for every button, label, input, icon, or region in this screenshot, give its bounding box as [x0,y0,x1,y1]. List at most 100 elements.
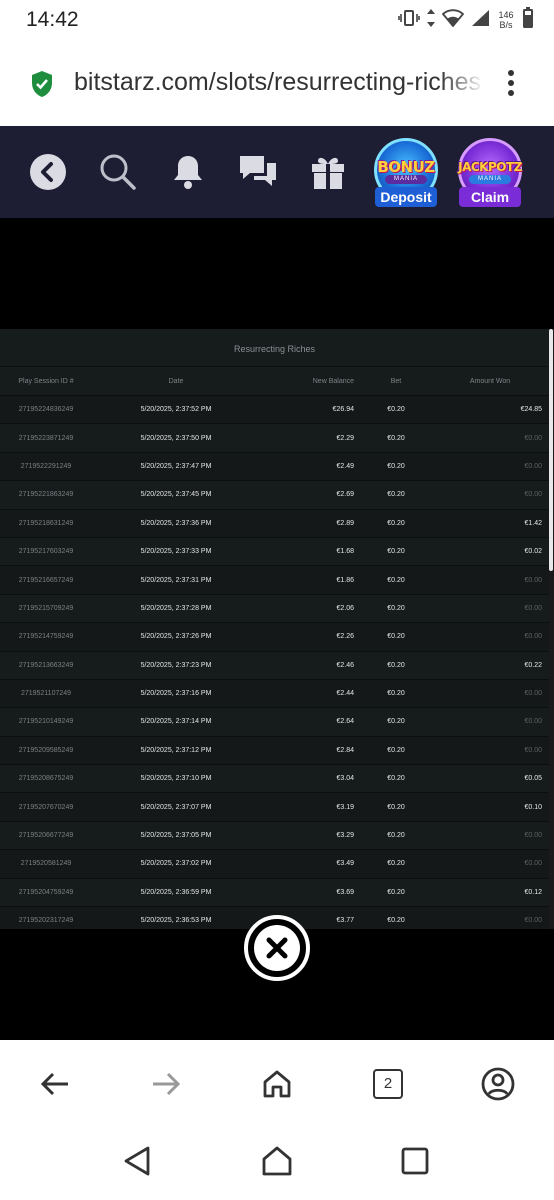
cell-amount-won: €0.00 [524,690,542,698]
cell-bet: €0.20 [387,548,405,556]
table-row: 27195217603249 5/20/2025, 2:37:33 PM €1.68… [0,536,549,566]
cell-new-balance: €1.86 [336,576,354,584]
cell-amount-won: €0.00 [524,746,542,754]
gifts-button[interactable] [308,152,348,192]
cell-amount-won: €0.10 [524,803,542,811]
cell-amount-won: €0.00 [524,434,542,442]
cell-amount-won: €0.00 [524,491,542,499]
table-row: 2719520581249 5/20/2025, 2:37:02 PM €3.49 €… [0,849,549,878]
system-recents-button[interactable] [398,1144,432,1178]
gift-icon [312,157,344,189]
back-circle-icon [30,154,66,190]
col-header-bet: Bet [390,377,402,385]
menu-dot [508,90,514,96]
cell-session-id: 27195206677249 [18,832,74,840]
cell-date: 5/20/2025, 2:37:26 PM [140,633,212,641]
cell-session-id: 27195224836249 [18,406,74,414]
cell-new-balance: €3.29 [336,832,354,840]
cell-session-id: 27195208675249 [18,775,74,783]
cell-amount-won: €0.00 [524,462,542,470]
tabs-button[interactable]: 2 [370,1066,406,1102]
cell-session-id: 27195221863249 [18,491,74,499]
promo-subtitle: MANIA [469,175,511,184]
col-header-amount-won: Amount Won [469,377,511,385]
cell-date: 5/20/2025, 2:37:52 PM [140,406,212,414]
table-row: 27195208675249 5/20/2025, 2:37:10 PM €3.04… [0,764,549,793]
cell-session-id: 27195202317249 [18,917,74,925]
notifications-button[interactable] [168,152,208,192]
table-row: 27195218631249 5/20/2025, 2:37:36 PM €2.89… [0,508,549,537]
signal-icon [470,9,490,32]
claim-button[interactable]: Claim [459,187,521,207]
history-scroll-thumb[interactable] [549,329,553,571]
cell-amount-won: €0.22 [524,661,542,669]
cell-bet: €0.20 [387,633,405,641]
cell-new-balance: €2.06 [336,604,354,612]
profile-button[interactable] [480,1066,516,1102]
site-header: BONUZ MANIA Deposit JACKPOTZ MANIA Claim [0,126,554,218]
cell-session-id: 27195213663249 [18,661,74,669]
url-text[interactable]: bitstarz.com/slots/resurrecting-riches [74,68,480,97]
cell-new-balance: €26.94 [332,406,354,414]
game-history-panel: Resurrecting Riches Play Session ID # Da… [0,329,549,929]
browser-menu-button[interactable] [498,66,524,100]
cell-date: 5/20/2025, 2:37:33 PM [140,548,212,556]
browser-back-button[interactable] [37,1066,73,1102]
cell-session-id: 2719522291249 [20,462,72,470]
cell-session-id: 27195217603249 [18,548,74,556]
search-icon [100,154,136,190]
cell-date: 5/20/2025, 2:37:23 PM [140,661,212,669]
table-row: 27195216657249 5/20/2025, 2:37:31 PM €1.86… [0,565,549,594]
cell-session-id: 2719521107249 [20,690,72,698]
cell-bet: €0.20 [387,604,405,612]
cell-new-balance: €3.49 [336,860,354,868]
cell-bet: €0.20 [387,832,405,840]
url-fade [440,60,484,104]
vibrate-icon [398,9,420,32]
close-icon [254,925,300,971]
cell-amount-won: €1.42 [524,519,542,527]
cell-session-id: 27195209585249 [18,746,74,754]
system-home-button[interactable] [260,1144,294,1178]
cell-bet: €0.20 [387,406,405,414]
history-table-body: 27195224836249 5/20/2025, 2:37:52 PM €26.9… [0,395,549,929]
table-row: 27195210149249 5/20/2025, 2:37:14 PM €2.64… [0,707,549,736]
cell-bet: €0.20 [387,775,405,783]
table-row: 2719521107249 5/20/2025, 2:37:16 PM €2.44 €… [0,678,549,708]
close-history-button[interactable] [244,915,310,981]
cell-date: 5/20/2025, 2:37:45 PM [140,491,212,499]
cell-session-id: 27195215709249 [18,604,74,612]
back-button[interactable] [28,152,68,192]
cell-amount-won: €0.00 [524,718,542,726]
system-back-button[interactable] [120,1144,154,1178]
chat-button[interactable] [238,152,278,192]
history-title: Resurrecting Riches [0,329,549,367]
browser-forward-button[interactable] [148,1066,184,1102]
cell-new-balance: €2.89 [336,519,354,527]
table-row: 27195214759249 5/20/2025, 2:37:26 PM €2.26… [0,622,549,651]
cell-bet: €0.20 [387,746,405,754]
cell-date: 5/20/2025, 2:37:47 PM [140,462,212,470]
cell-bet: €0.20 [387,917,405,925]
cell-amount-won: €0.00 [524,917,542,925]
chat-icon [240,156,276,186]
secure-shield-icon [30,70,54,103]
cell-session-id: 27195216657249 [18,576,74,584]
cell-new-balance: €2.46 [336,661,354,669]
cell-date: 5/20/2025, 2:37:12 PM [140,746,212,754]
cell-bet: €0.20 [387,803,405,811]
jackpotz-mania-promo[interactable]: JACKPOTZ MANIA Claim [455,138,525,208]
browser-home-button[interactable] [259,1066,295,1102]
cell-new-balance: €2.69 [336,491,354,499]
bonuz-mania-promo[interactable]: BONUZ MANIA Deposit [371,138,441,208]
table-row: 27195215709249 5/20/2025, 2:37:28 PM €2.06… [0,593,549,623]
cell-session-id: 27195204759249 [18,888,74,896]
deposit-button[interactable]: Deposit [375,187,437,207]
system-nav-bar [0,1128,554,1200]
table-row: 27195223871249 5/20/2025, 2:37:50 PM €2.29… [0,423,549,452]
cell-date: 5/20/2025, 2:37:07 PM [140,803,212,811]
search-button[interactable] [98,152,138,192]
cell-new-balance: €2.84 [336,746,354,754]
cell-date: 5/20/2025, 2:37:36 PM [140,519,212,527]
history-table-header: Play Session ID # Date New Balance Bet A… [0,367,549,395]
